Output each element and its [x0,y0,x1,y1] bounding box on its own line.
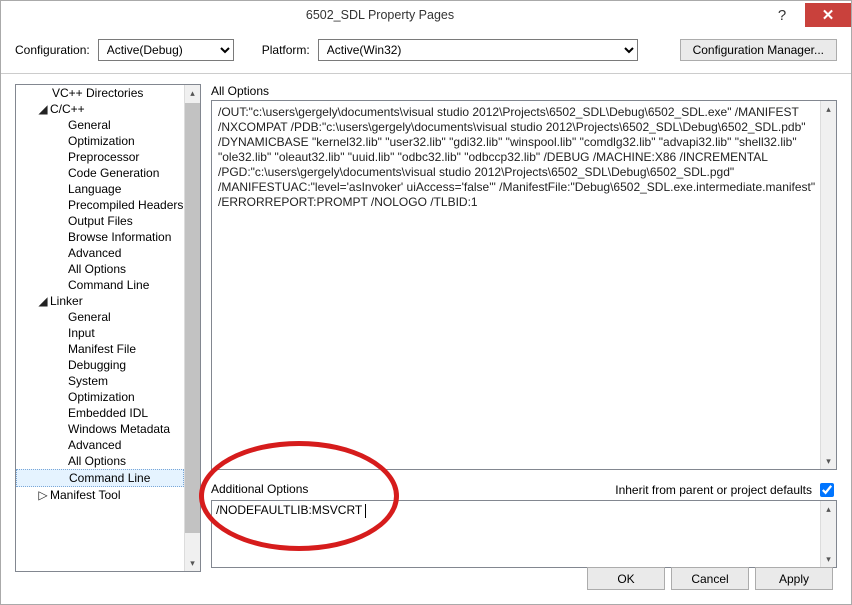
inherit-row: Inherit from parent or project defaults [615,480,837,500]
tree-item-label: Code Generation [68,166,159,180]
tree-item[interactable]: Windows Metadata [16,421,184,437]
tree-item-label: Language [68,182,121,196]
cancel-button[interactable]: Cancel [671,567,749,590]
dialog-buttons: OK Cancel Apply [587,567,833,590]
additional-options-label: Additional Options [211,482,308,496]
window-title: 6502_SDL Property Pages [1,8,759,22]
apply-button[interactable]: Apply [755,567,833,590]
tree-item[interactable]: Optimization [16,389,184,405]
configuration-label: Configuration: [15,43,90,57]
configuration-manager-button[interactable]: Configuration Manager... [680,39,837,61]
tree-item[interactable]: Command Line [16,277,184,293]
tree-item[interactable]: Advanced [16,437,184,453]
tree-item-label: Precompiled Headers [68,198,183,212]
configuration-select[interactable]: Active(Debug) [98,39,234,61]
all-options-box[interactable]: /OUT:"c:\users\gergely\documents\visual … [211,100,837,470]
property-tree[interactable]: VC++ Directories◢C/C++GeneralOptimizatio… [15,84,201,572]
addopts-scrollbar[interactable]: ▴ ▾ [820,501,836,567]
right-panel: All Options /OUT:"c:\users\gergely\docum… [201,74,851,572]
scroll-down-icon[interactable]: ▾ [185,555,200,571]
additional-options-text: /NODEFAULTLIB:MSVCRT [216,503,365,517]
tree-item[interactable]: Advanced [16,245,184,261]
tree-item[interactable]: ◢C/C++ [16,101,184,117]
tree-item[interactable]: Command Line [16,469,184,487]
tree-item[interactable]: Embedded IDL [16,405,184,421]
scroll-up-icon[interactable]: ▴ [821,101,836,117]
scroll-thumb[interactable] [185,103,200,533]
tree-item-label: Debugging [68,358,126,372]
inherit-label: Inherit from parent or project defaults [615,483,812,497]
tree-item-label: System [68,374,108,388]
scroll-down-icon[interactable]: ▾ [821,453,836,469]
tree-item-label: Embedded IDL [68,406,148,420]
help-button[interactable]: ? [759,3,805,27]
tree-item[interactable]: Input [16,325,184,341]
tree-item-label: General [68,310,111,324]
scroll-up-icon[interactable]: ▴ [185,85,200,101]
configuration-row: Configuration: Active(Debug) Platform: A… [1,29,851,74]
tree-item-label: VC++ Directories [52,86,143,100]
tree-item-label: All Options [68,454,126,468]
additional-options-header: Additional Options Inherit from parent o… [211,480,837,500]
tree-item-label: General [68,118,111,132]
tree-item[interactable]: Debugging [16,357,184,373]
tree-item-label: Linker [50,294,83,308]
titlebar: 6502_SDL Property Pages ? ✕ [1,1,851,29]
tree-item[interactable]: Code Generation [16,165,184,181]
close-button[interactable]: ✕ [805,3,851,27]
tree-item[interactable]: ▷Manifest Tool [16,487,184,503]
tree-item[interactable]: All Options [16,261,184,277]
tree-item-label: Input [68,326,95,340]
tree-item-label: Command Line [69,471,150,485]
tree-item[interactable]: Browse Information [16,229,184,245]
expander-icon[interactable]: ▷ [38,488,48,502]
tree-item[interactable]: Preprocessor [16,149,184,165]
window-buttons: ? ✕ [759,3,851,27]
tree-item[interactable]: Precompiled Headers [16,197,184,213]
tree-item-label: Optimization [68,134,135,148]
main-area: VC++ Directories◢C/C++GeneralOptimizatio… [1,74,851,572]
tree-item-label: C/C++ [50,102,85,116]
tree-item-label: All Options [68,262,126,276]
platform-select[interactable]: Active(Win32) [318,39,638,61]
tree-item-label: Browse Information [68,230,171,244]
tree-item[interactable]: General [16,309,184,325]
tree-item[interactable]: Optimization [16,133,184,149]
tree-item-label: Windows Metadata [68,422,170,436]
tree-item[interactable]: Manifest File [16,341,184,357]
tree-item[interactable]: ◢Linker [16,293,184,309]
inherit-checkbox[interactable] [820,483,834,497]
ok-button[interactable]: OK [587,567,665,590]
tree-item[interactable]: Language [16,181,184,197]
scroll-up-icon[interactable]: ▴ [821,501,836,517]
expander-icon[interactable]: ◢ [38,102,48,116]
tree-scrollbar[interactable]: ▴ ▾ [184,85,200,571]
tree-item-label: Advanced [68,246,121,260]
tree-item-label: Output Files [68,214,133,228]
tree-item[interactable]: General [16,117,184,133]
tree-item-label: Manifest File [68,342,136,356]
tree-item[interactable]: Output Files [16,213,184,229]
all-options-text: /OUT:"c:\users\gergely\documents\visual … [218,105,830,210]
tree-item[interactable]: All Options [16,453,184,469]
scroll-down-icon[interactable]: ▾ [821,551,836,567]
all-options-label: All Options [211,84,837,98]
expander-icon[interactable]: ◢ [38,294,48,308]
platform-label: Platform: [262,43,310,57]
tree-item-label: Manifest Tool [50,488,120,502]
tree-item-label: Optimization [68,390,135,404]
alloptions-scrollbar[interactable]: ▴ ▾ [820,101,836,469]
tree-item[interactable]: VC++ Directories [16,85,184,101]
property-pages-dialog: 6502_SDL Property Pages ? ✕ Configuratio… [0,0,852,605]
text-caret [365,504,366,518]
tree-item[interactable]: System [16,373,184,389]
tree-item-label: Advanced [68,438,121,452]
additional-options-box[interactable]: /NODEFAULTLIB:MSVCRT ▴ ▾ [211,500,837,568]
tree-item-label: Command Line [68,278,149,292]
tree-item-label: Preprocessor [68,150,139,164]
